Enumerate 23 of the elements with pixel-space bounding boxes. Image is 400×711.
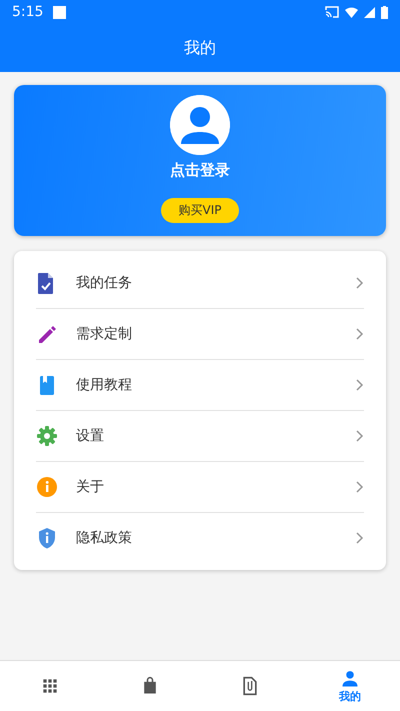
- page-title: 我的: [184, 38, 216, 58]
- menu-item[interactable]: 关于: [76, 478, 104, 496]
- avatar-icon[interactable]: [170, 95, 230, 155]
- status-time: 5:15: [12, 4, 44, 20]
- menu-item[interactable]: 隐私政策: [76, 529, 132, 547]
- menu-item[interactable]: 使用教程: [76, 376, 132, 394]
- chevron-icon: [354, 379, 364, 391]
- signal-icon: [364, 6, 375, 18]
- notification-icon: [53, 6, 66, 18]
- menu-item[interactable]: 我的任务: [76, 274, 132, 292]
- chevron-icon: [354, 277, 364, 289]
- menu-item[interactable]: 设置: [76, 427, 104, 445]
- chevron-icon: [354, 430, 364, 442]
- wifi-icon: [345, 6, 358, 18]
- cast-icon: [325, 6, 339, 18]
- login-link[interactable]: 点击登录: [170, 161, 230, 180]
- person-icon: [340, 668, 360, 688]
- chevron-icon: [354, 328, 364, 340]
- chevron-icon: [354, 481, 364, 493]
- chevron-icon: [354, 532, 364, 544]
- buy-vip-button[interactable]: 购买VIP: [161, 198, 239, 223]
- menu-item[interactable]: 需求定制: [76, 325, 132, 343]
- battery-icon: [381, 6, 388, 18]
